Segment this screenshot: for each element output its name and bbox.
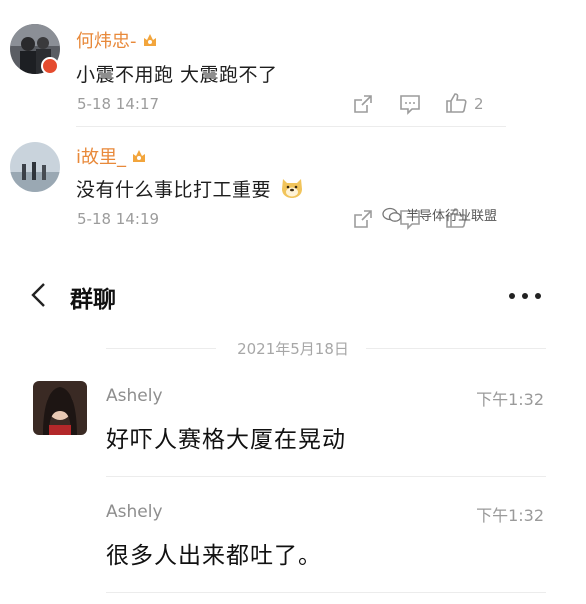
share-icon[interactable] [352,208,374,230]
watermark: 半导体行业联盟 [382,205,497,224]
message-divider [106,476,546,477]
comment-username[interactable]: i故里_ [76,143,148,169]
message-text[interactable]: 很多人出来都吐了。 [106,536,322,570]
comment-text: 小震不用跑 大震跑不了 [76,64,278,86]
comment-item: i故里_ 没有什么事比打工重要 5-18 14:19 [0,126,586,246]
comment-time: 5-18 14:17 [77,95,160,113]
message-text[interactable]: 好吓人赛格大厦在晃动 [106,420,346,454]
fan-badge-icon [143,34,156,46]
share-icon[interactable] [352,93,374,115]
username-text: 何炜忠- [76,31,137,52]
avatar[interactable] [10,142,60,192]
watermark-text: 半导体行业联盟 [406,209,498,224]
doge-emoji-icon [281,179,302,198]
message-sender: Ashely [106,386,163,406]
message-divider [106,592,546,593]
message-sender: Ashely [106,502,163,522]
comment-text-content: 没有什么事比打工重要 [76,179,272,201]
comment-item: 何炜忠- 小震不用跑 大震跑不了 5-18 14:17 2 [0,0,586,125]
username-text: i故里_ [76,147,127,168]
comment-username[interactable]: 何炜忠- [76,27,159,53]
more-dots-icon[interactable] [508,292,542,300]
message-time: 下午1:32 [476,390,544,409]
comment-icon[interactable] [399,93,421,115]
chat-title: 群聊 [70,287,116,313]
comment-text: 没有什么事比打工重要 [76,175,304,202]
fan-badge-icon [133,150,146,162]
comment-time: 5-18 14:19 [77,210,160,228]
back-chevron-icon[interactable] [28,282,48,308]
thumbs-up-icon[interactable] [445,92,467,114]
like-count: 2 [474,95,484,113]
chat-header: 群聊 [0,270,586,320]
wechat-logo-icon [382,207,402,222]
date-divider-line [366,348,546,349]
verified-badge-icon [41,57,59,75]
avatar[interactable] [33,381,87,435]
message-time: 下午1:32 [476,506,544,525]
